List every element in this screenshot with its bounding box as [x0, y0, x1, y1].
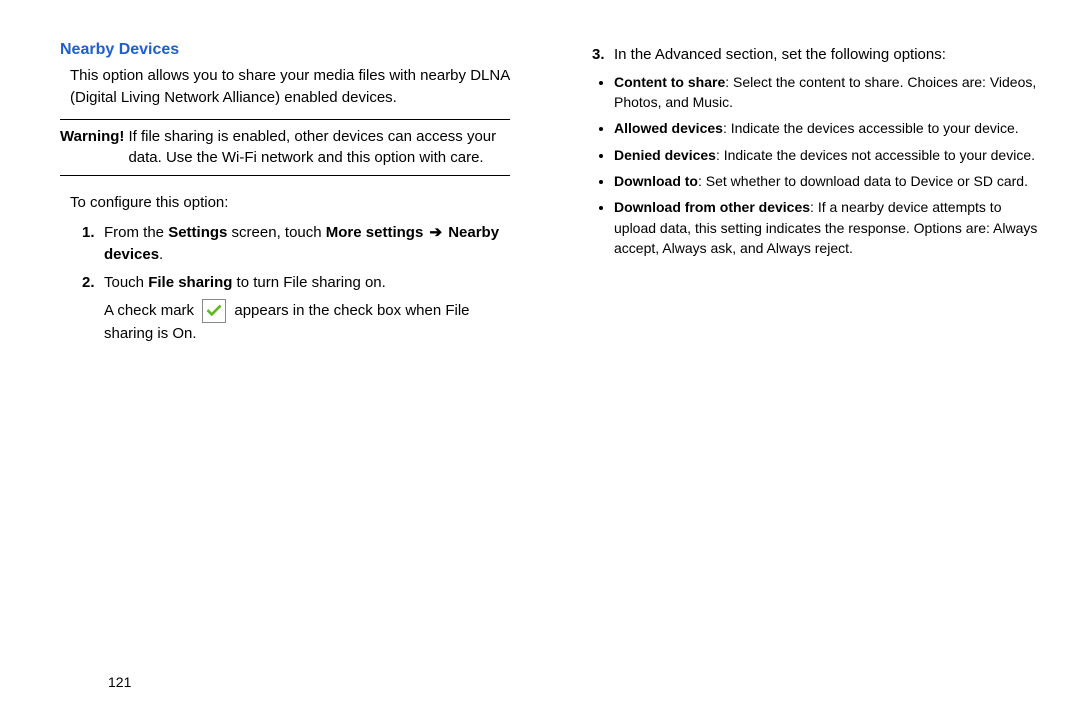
step-number: 2. — [82, 272, 104, 346]
intro-paragraph: This option allows you to share your med… — [70, 65, 510, 109]
warning-text: If file sharing is enabled, other device… — [128, 126, 510, 170]
list-item: Download to: Set whether to download dat… — [614, 171, 1040, 191]
step-3: 3. In the Advanced section, set the foll… — [592, 44, 1040, 66]
warning-block: Warning! If file sharing is enabled, oth… — [60, 119, 510, 177]
step-number: 3. — [592, 44, 614, 66]
list-item: Content to share: Select the content to … — [614, 72, 1040, 113]
right-column: 3. In the Advanced section, set the foll… — [550, 38, 1040, 700]
bold-text: File sharing — [148, 274, 232, 291]
bullet-name: Download from other devices — [614, 199, 810, 215]
section-heading: Nearby Devices — [60, 38, 510, 61]
text: . — [159, 246, 163, 263]
step-body: Touch File sharing to turn File sharing … — [104, 272, 510, 346]
bullet-name: Download to — [614, 173, 698, 189]
text: A check mark — [104, 302, 198, 319]
page-number: 121 — [108, 674, 131, 690]
step-body: In the Advanced section, set the followi… — [614, 44, 1040, 66]
step-2: 2. Touch File sharing to turn File shari… — [82, 272, 510, 346]
bold-text: More settings — [326, 224, 424, 241]
bullet-name: Denied devices — [614, 147, 716, 163]
step-number: 1. — [82, 222, 104, 266]
text: Touch — [104, 274, 148, 291]
text: screen, touch — [227, 224, 325, 241]
manual-page: Nearby Devices This option allows you to… — [0, 0, 1080, 720]
bold-text: Settings — [168, 224, 227, 241]
divider — [60, 119, 510, 120]
list-item: Download from other devices: If a nearby… — [614, 197, 1040, 258]
bullet-name: Content to share — [614, 74, 725, 90]
left-column: Nearby Devices This option allows you to… — [60, 38, 550, 700]
steps-list: 1. From the Settings screen, touch More … — [82, 222, 510, 345]
step-1: 1. From the Settings screen, touch More … — [82, 222, 510, 266]
list-item: Allowed devices: Indicate the devices ac… — [614, 118, 1040, 138]
list-item: Denied devices: Indicate the devices not… — [614, 145, 1040, 165]
steps-list-right: 3. In the Advanced section, set the foll… — [592, 44, 1040, 66]
step-body: From the Settings screen, touch More set… — [104, 222, 510, 266]
bullet-name: Allowed devices — [614, 120, 723, 136]
checkmark-icon — [202, 299, 226, 323]
divider — [60, 175, 510, 176]
bullet-text: : Indicate the devices accessible to you… — [723, 120, 1019, 136]
configure-label: To configure this option: — [70, 192, 510, 214]
warning-label: Warning! — [60, 126, 124, 170]
bullet-text: : Set whether to download data to Device… — [698, 173, 1028, 189]
bullet-text: : Indicate the devices not accessible to… — [716, 147, 1035, 163]
arrow-right-icon: ➔ — [425, 224, 446, 241]
text: to turn File sharing on. — [232, 274, 385, 291]
text: From the — [104, 224, 168, 241]
bullets-list: Content to share: Select the content to … — [596, 72, 1040, 258]
